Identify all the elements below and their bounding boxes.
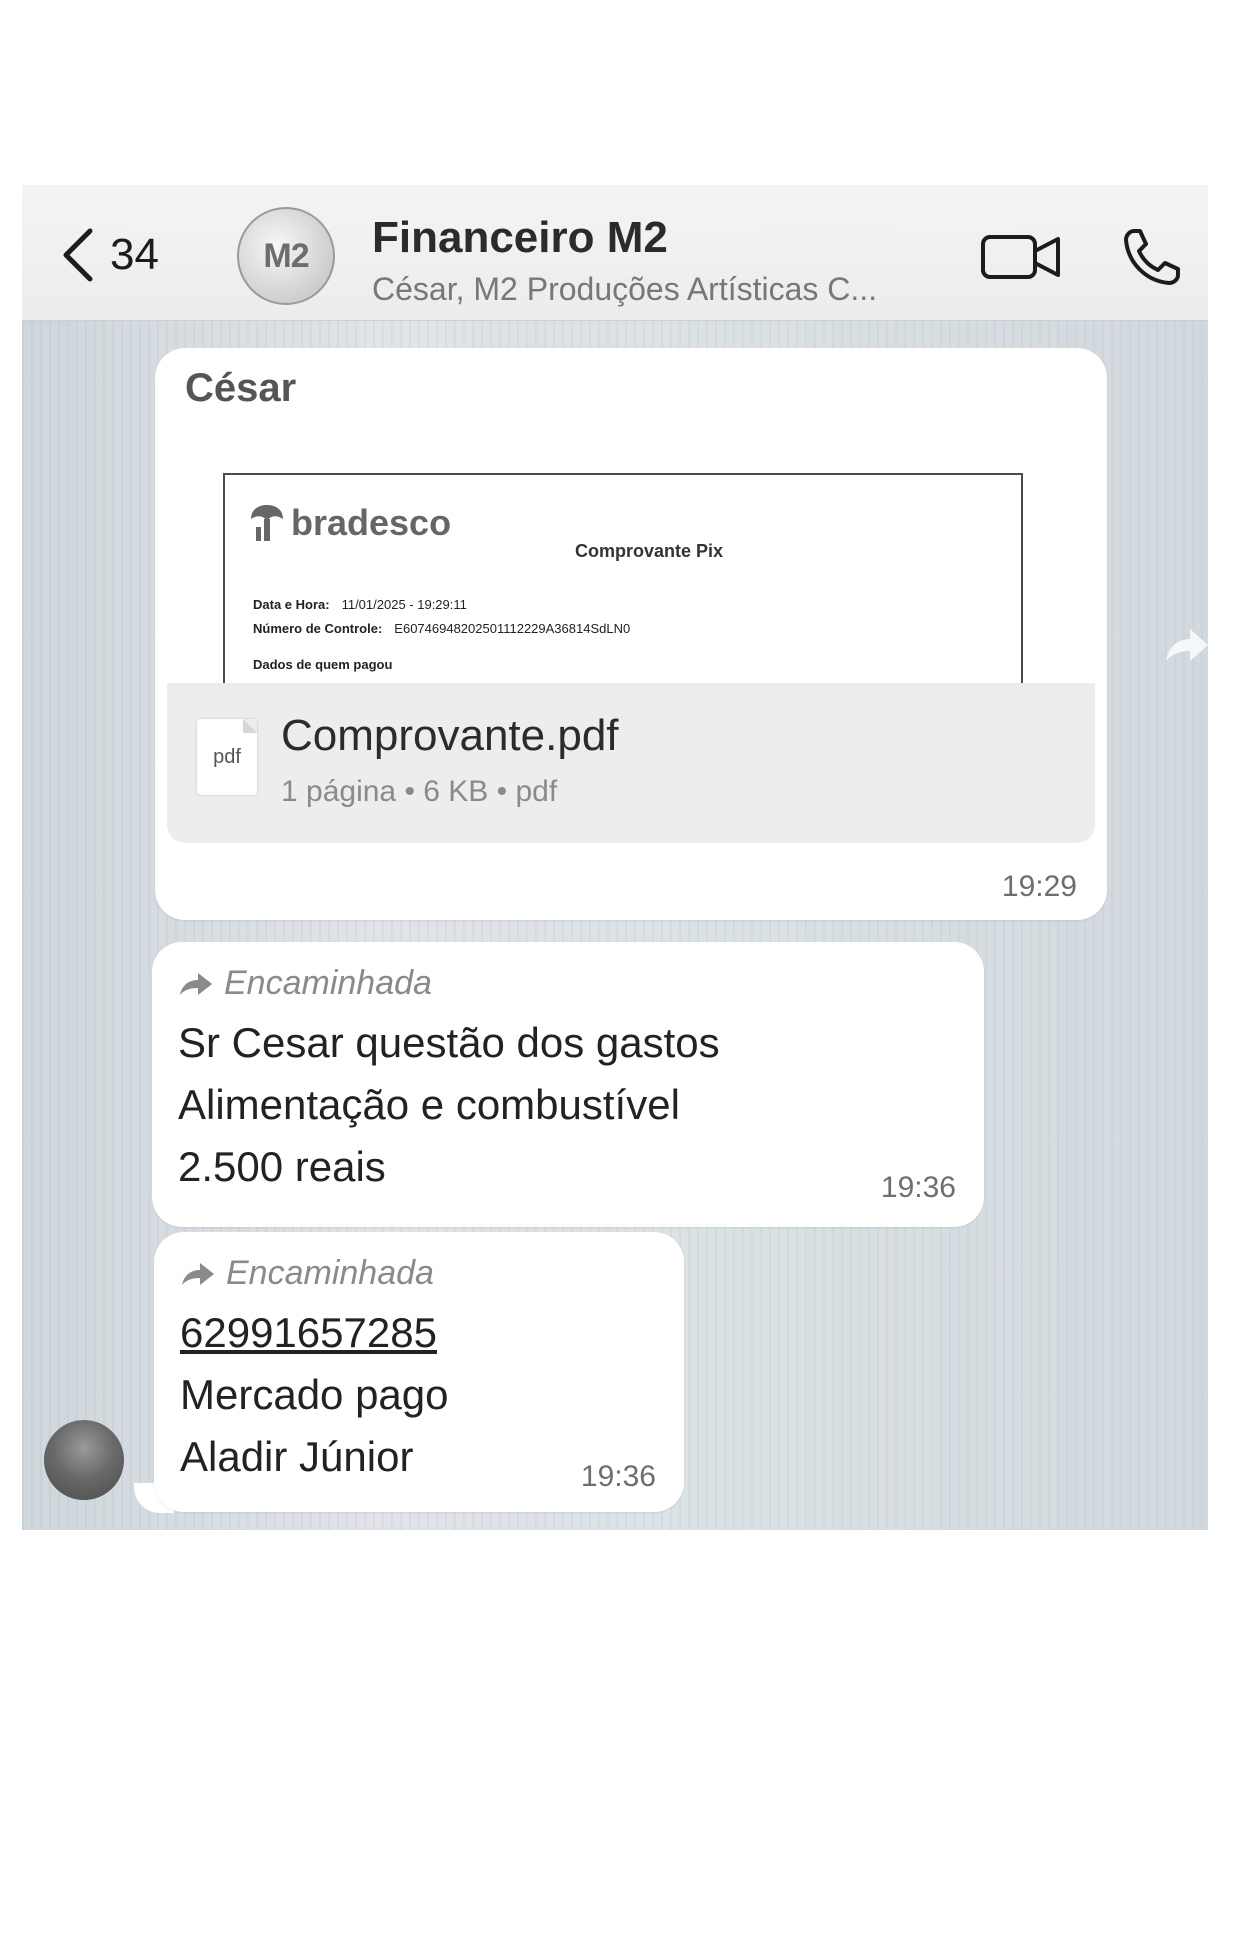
back-button[interactable]: 34 [60, 225, 210, 285]
pdf-preview[interactable]: bradesco Comprovante Pix Data e Hora: 11/… [223, 473, 1023, 685]
video-camera-icon[interactable] [980, 231, 1062, 283]
message-bubble-pdf[interactable]: César bradesco Comprovante Pix Data e Ho… [155, 348, 1107, 920]
forward-arrow-icon [180, 972, 212, 995]
unread-count: 34 [110, 230, 159, 279]
message-text: 62991657285 Mercado pago Aladir Júnior [180, 1302, 449, 1488]
phone-icon[interactable] [1120, 225, 1184, 289]
phone-number-link[interactable]: 62991657285 [180, 1302, 449, 1364]
forward-arrow-icon [182, 1262, 214, 1285]
bradesco-wordmark: bradesco [291, 502, 452, 543]
message-bubble-forwarded[interactable]: Encaminhada Sr Cesar questão dos gastos … [152, 942, 984, 1227]
sender-avatar[interactable] [44, 1420, 124, 1500]
file-name: Comprovante.pdf [281, 711, 619, 760]
message-text: Sr Cesar questão dos gastos Alimentação … [178, 1019, 720, 1190]
bradesco-logo: bradesco [245, 501, 451, 545]
sender-name: César [185, 366, 297, 410]
group-avatar-logo: M2 [263, 236, 309, 275]
chat-screen: 34 M2 Financeiro M2 César, M2 Produções … [22, 185, 1208, 1530]
file-meta: 1 página • 6 KB • pdf [281, 775, 558, 808]
share-icon[interactable] [1162, 625, 1208, 665]
forwarded-label: Encaminhada [178, 964, 432, 1003]
receipt-title: Comprovante Pix [575, 541, 724, 561]
message-time: 19:29 [1001, 870, 1077, 903]
group-avatar[interactable]: M2 [237, 207, 335, 305]
chat-header: 34 M2 Financeiro M2 César, M2 Produções … [22, 185, 1208, 321]
chat-title[interactable]: Financeiro M2 [372, 213, 668, 263]
receipt-datetime: Data e Hora: 11/01/2025 - 19:29:11 [253, 597, 467, 612]
receipt-payer-section: Dados de quem pagou [253, 657, 393, 672]
forwarded-label: Encaminhada [180, 1254, 434, 1293]
message-bubble-forwarded[interactable]: Encaminhada 62991657285 Mercado pago Ala… [154, 1232, 684, 1512]
chevron-left-icon [63, 228, 93, 282]
chat-participants[interactable]: César, M2 Produções Artísticas C... [372, 271, 962, 308]
message-time: 19:36 [580, 1460, 656, 1493]
message-time: 19:36 [880, 1171, 956, 1204]
bradesco-tree-icon [251, 505, 283, 541]
receipt-control-number: Número de Controle: E60746948202501112229… [253, 621, 631, 636]
file-attachment[interactable]: pdf Comprovante.pdf 1 página • 6 KB • pd… [167, 683, 1095, 843]
pdf-file-icon: pdf [197, 719, 257, 795]
